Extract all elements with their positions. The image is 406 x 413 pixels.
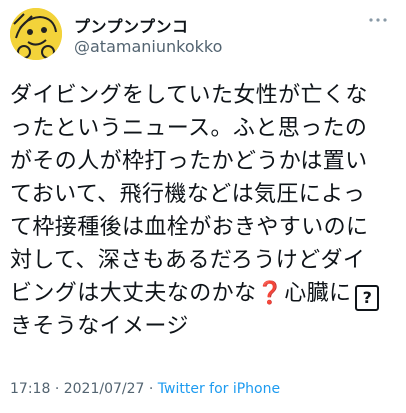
tweet-line: きそうなイメージ (10, 314, 189, 339)
tweet-line: がその人が枠打ったかどうかは置い (10, 149, 368, 174)
tweet-line: て枠接種後は血栓がおきやすいのに (10, 215, 369, 240)
avatar[interactable] (10, 8, 62, 60)
tweet-line: ビングは大丈夫なのかな❓心臓に? (10, 277, 402, 311)
tweet-meta: 17:18 · 2021/07/27 · Twitter for iPhone (10, 381, 280, 397)
ellipsis-icon[interactable] (364, 10, 392, 30)
user-handle[interactable]: @atamaniunkokko (74, 37, 222, 56)
tweet-line: ったというニュース。ふと思ったの (10, 116, 368, 141)
meta-separator: · (54, 381, 60, 397)
cartoon-avatar-icon (10, 8, 62, 60)
tweet-line: ておいて、飛行機などは気圧によっ (10, 182, 366, 207)
tweet-header: プンプンプンコ @atamaniunkokko (0, 0, 406, 62)
unknown-glyph-icon: ? (355, 285, 380, 311)
display-name[interactable]: プンプンプンコ (74, 13, 189, 37)
tweet-line: 対して、深さもあるだろうけどダイ (10, 248, 366, 273)
tweet-time[interactable]: 17:18 (10, 381, 50, 397)
tweet-source-link[interactable]: Twitter for iPhone (158, 381, 280, 397)
meta-separator: · (148, 381, 154, 397)
tweet-date[interactable]: 2021/07/27 (64, 381, 145, 397)
tweet-line: ダイビングをしていた女性が亡くな (10, 83, 368, 108)
tweet-line-text: ビングは大丈夫なのかな (10, 281, 257, 306)
tweet-line-tail: 心臓に (284, 281, 352, 306)
tweet-text: ダイビングをしていた女性が亡くな ったというニュース。ふと思ったの がその人が枠… (10, 79, 402, 343)
question-mark-emoji: ❓ (256, 281, 285, 306)
